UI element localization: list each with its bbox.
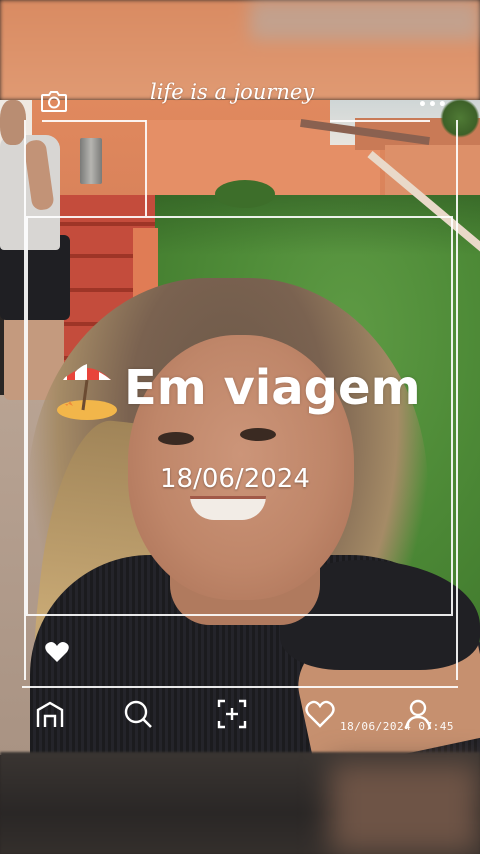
background-person-head	[0, 100, 26, 145]
beach-umbrella-icon	[55, 358, 119, 422]
heart-outline-icon[interactable]	[304, 698, 336, 730]
bottom-bar-divider	[22, 686, 458, 688]
bush	[215, 180, 275, 208]
heart-icon	[44, 640, 70, 664]
tagline: life is a journey	[150, 80, 315, 104]
frame-line	[42, 120, 146, 122]
search-icon[interactable]	[122, 698, 154, 730]
camera-icon[interactable]	[40, 89, 68, 113]
metal-bin	[80, 138, 102, 184]
home-icon[interactable]	[34, 698, 66, 730]
bottom-blurred-strip	[0, 752, 480, 854]
title-em-viagem: Em viagem	[124, 360, 421, 416]
frame-line	[330, 120, 430, 122]
frame-line	[145, 120, 147, 216]
more-menu-icon[interactable]: •••	[418, 97, 448, 113]
date-label: 18/06/2024	[160, 464, 310, 494]
frame-line	[456, 120, 458, 680]
photo-timestamp: 18/06/2024 07:45	[340, 720, 454, 733]
add-frame-icon[interactable]	[216, 698, 248, 730]
